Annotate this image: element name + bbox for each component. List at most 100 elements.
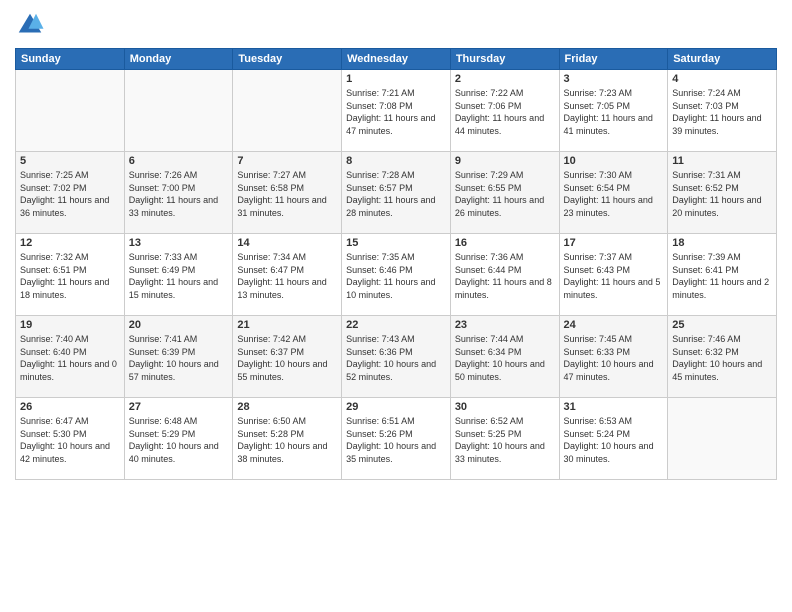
calendar-cell bbox=[668, 398, 777, 480]
week-row-1: 1Sunrise: 7:21 AM Sunset: 7:08 PM Daylig… bbox=[16, 70, 777, 152]
calendar-table: SundayMondayTuesdayWednesdayThursdayFrid… bbox=[15, 48, 777, 480]
calendar-cell: 24 Sunrise: 7:45 AM Sunset: 6:33 PM Dayli… bbox=[559, 316, 668, 398]
day-number: 7 bbox=[237, 155, 337, 167]
calendar-cell: 5 Sunrise: 7:25 AM Sunset: 7:02 PM Daylig… bbox=[16, 152, 125, 234]
day-header-sunday: Sunday bbox=[16, 49, 125, 70]
day-info: Sunrise: 7:40 AM Sunset: 6:40 PM Dayligh… bbox=[20, 333, 120, 383]
calendar-cell: 2Sunrise: 7:22 AM Sunset: 7:06 PM Daylig… bbox=[450, 70, 559, 152]
day-info: Sunrise: 7:24 AM Sunset: 7:03 PM Dayligh… bbox=[672, 87, 772, 137]
calendar-cell: 31Sunrise: 6:53 AM Sunset: 5:24 PM Dayli… bbox=[559, 398, 668, 480]
calendar-cell: 12 Sunrise: 7:32 AM Sunset: 6:51 PM Dayli… bbox=[16, 234, 125, 316]
day-header-thursday: Thursday bbox=[450, 49, 559, 70]
calendar-cell: 11 Sunrise: 7:31 AM Sunset: 6:52 PM Dayli… bbox=[668, 152, 777, 234]
day-header-tuesday: Tuesday bbox=[233, 49, 342, 70]
calendar-cell: 16Sunrise: 7:36 AM Sunset: 6:44 PM Dayli… bbox=[450, 234, 559, 316]
calendar-cell: 4 Sunrise: 7:24 AM Sunset: 7:03 PM Daylig… bbox=[668, 70, 777, 152]
day-number: 5 bbox=[20, 155, 120, 167]
week-row-2: 5 Sunrise: 7:25 AM Sunset: 7:02 PM Daylig… bbox=[16, 152, 777, 234]
day-number: 2 bbox=[455, 73, 555, 85]
day-info: Sunrise: 6:47 AM Sunset: 5:30 PM Dayligh… bbox=[20, 415, 120, 465]
day-number: 27 bbox=[129, 401, 229, 413]
day-number: 4 bbox=[672, 73, 772, 85]
day-number: 17 bbox=[564, 237, 664, 249]
calendar-cell: 22Sunrise: 7:43 AM Sunset: 6:36 PM Dayli… bbox=[342, 316, 451, 398]
day-header-wednesday: Wednesday bbox=[342, 49, 451, 70]
day-info: Sunrise: 7:21 AM Sunset: 7:08 PM Dayligh… bbox=[346, 87, 446, 137]
header bbox=[15, 10, 777, 40]
calendar-cell: 23 Sunrise: 7:44 AM Sunset: 6:34 PM Dayli… bbox=[450, 316, 559, 398]
day-info: Sunrise: 6:51 AM Sunset: 5:26 PM Dayligh… bbox=[346, 415, 446, 465]
calendar-cell: 20Sunrise: 7:41 AM Sunset: 6:39 PM Dayli… bbox=[124, 316, 233, 398]
day-info: Sunrise: 7:44 AM Sunset: 6:34 PM Dayligh… bbox=[455, 333, 555, 383]
calendar-cell: 14 Sunrise: 7:34 AM Sunset: 6:47 PM Dayli… bbox=[233, 234, 342, 316]
calendar-cell: 6Sunrise: 7:26 AM Sunset: 7:00 PM Daylig… bbox=[124, 152, 233, 234]
day-number: 26 bbox=[20, 401, 120, 413]
day-info: Sunrise: 7:41 AM Sunset: 6:39 PM Dayligh… bbox=[129, 333, 229, 383]
calendar-cell bbox=[233, 70, 342, 152]
day-info: Sunrise: 6:53 AM Sunset: 5:24 PM Dayligh… bbox=[564, 415, 664, 465]
calendar-cell: 27 Sunrise: 6:48 AM Sunset: 5:29 PM Dayli… bbox=[124, 398, 233, 480]
day-number: 11 bbox=[672, 155, 772, 167]
day-info: Sunrise: 7:43 AM Sunset: 6:36 PM Dayligh… bbox=[346, 333, 446, 383]
day-number: 12 bbox=[20, 237, 120, 249]
day-info: Sunrise: 7:28 AM Sunset: 6:57 PM Dayligh… bbox=[346, 169, 446, 219]
calendar-cell: 3Sunrise: 7:23 AM Sunset: 7:05 PM Daylig… bbox=[559, 70, 668, 152]
calendar-cell: 26 Sunrise: 6:47 AM Sunset: 5:30 PM Dayli… bbox=[16, 398, 125, 480]
calendar-cell: 30Sunrise: 6:52 AM Sunset: 5:25 PM Dayli… bbox=[450, 398, 559, 480]
day-info: Sunrise: 7:37 AM Sunset: 6:43 PM Dayligh… bbox=[564, 251, 664, 301]
day-info: Sunrise: 7:35 AM Sunset: 6:46 PM Dayligh… bbox=[346, 251, 446, 301]
day-info: Sunrise: 7:42 AM Sunset: 6:37 PM Dayligh… bbox=[237, 333, 337, 383]
calendar-cell: 18 Sunrise: 7:39 AM Sunset: 6:41 PM Dayli… bbox=[668, 234, 777, 316]
page: SundayMondayTuesdayWednesdayThursdayFrid… bbox=[0, 0, 792, 612]
day-info: Sunrise: 7:31 AM Sunset: 6:52 PM Dayligh… bbox=[672, 169, 772, 219]
day-info: Sunrise: 7:46 AM Sunset: 6:32 PM Dayligh… bbox=[672, 333, 772, 383]
day-info: Sunrise: 7:34 AM Sunset: 6:47 PM Dayligh… bbox=[237, 251, 337, 301]
day-info: Sunrise: 7:29 AM Sunset: 6:55 PM Dayligh… bbox=[455, 169, 555, 219]
day-header-saturday: Saturday bbox=[668, 49, 777, 70]
day-info: Sunrise: 7:25 AM Sunset: 7:02 PM Dayligh… bbox=[20, 169, 120, 219]
day-number: 30 bbox=[455, 401, 555, 413]
calendar-header-row: SundayMondayTuesdayWednesdayThursdayFrid… bbox=[16, 49, 777, 70]
logo bbox=[15, 10, 49, 40]
day-info: Sunrise: 7:27 AM Sunset: 6:58 PM Dayligh… bbox=[237, 169, 337, 219]
week-row-5: 26 Sunrise: 6:47 AM Sunset: 5:30 PM Dayli… bbox=[16, 398, 777, 480]
day-info: Sunrise: 7:39 AM Sunset: 6:41 PM Dayligh… bbox=[672, 251, 772, 301]
day-header-friday: Friday bbox=[559, 49, 668, 70]
calendar-cell bbox=[124, 70, 233, 152]
calendar-cell: 9 Sunrise: 7:29 AM Sunset: 6:55 PM Daylig… bbox=[450, 152, 559, 234]
day-info: Sunrise: 7:33 AM Sunset: 6:49 PM Dayligh… bbox=[129, 251, 229, 301]
calendar-cell: 15 Sunrise: 7:35 AM Sunset: 6:46 PM Dayli… bbox=[342, 234, 451, 316]
day-number: 10 bbox=[564, 155, 664, 167]
day-number: 16 bbox=[455, 237, 555, 249]
day-info: Sunrise: 7:30 AM Sunset: 6:54 PM Dayligh… bbox=[564, 169, 664, 219]
day-info: Sunrise: 7:32 AM Sunset: 6:51 PM Dayligh… bbox=[20, 251, 120, 301]
week-row-3: 12 Sunrise: 7:32 AM Sunset: 6:51 PM Dayli… bbox=[16, 234, 777, 316]
day-number: 9 bbox=[455, 155, 555, 167]
day-number: 24 bbox=[564, 319, 664, 331]
calendar-cell: 28Sunrise: 6:50 AM Sunset: 5:28 PM Dayli… bbox=[233, 398, 342, 480]
day-number: 18 bbox=[672, 237, 772, 249]
calendar-cell: 25Sunrise: 7:46 AM Sunset: 6:32 PM Dayli… bbox=[668, 316, 777, 398]
calendar-cell: 7 Sunrise: 7:27 AM Sunset: 6:58 PM Daylig… bbox=[233, 152, 342, 234]
week-row-4: 19Sunrise: 7:40 AM Sunset: 6:40 PM Dayli… bbox=[16, 316, 777, 398]
logo-icon bbox=[15, 10, 45, 40]
day-info: Sunrise: 7:45 AM Sunset: 6:33 PM Dayligh… bbox=[564, 333, 664, 383]
day-number: 14 bbox=[237, 237, 337, 249]
calendar-cell: 21 Sunrise: 7:42 AM Sunset: 6:37 PM Dayli… bbox=[233, 316, 342, 398]
day-number: 29 bbox=[346, 401, 446, 413]
day-number: 13 bbox=[129, 237, 229, 249]
day-number: 15 bbox=[346, 237, 446, 249]
calendar-cell: 19Sunrise: 7:40 AM Sunset: 6:40 PM Dayli… bbox=[16, 316, 125, 398]
day-number: 21 bbox=[237, 319, 337, 331]
calendar-cell: 29 Sunrise: 6:51 AM Sunset: 5:26 PM Dayli… bbox=[342, 398, 451, 480]
calendar-cell: 8Sunrise: 7:28 AM Sunset: 6:57 PM Daylig… bbox=[342, 152, 451, 234]
day-header-monday: Monday bbox=[124, 49, 233, 70]
day-info: Sunrise: 6:50 AM Sunset: 5:28 PM Dayligh… bbox=[237, 415, 337, 465]
calendar-cell: 17 Sunrise: 7:37 AM Sunset: 6:43 PM Dayli… bbox=[559, 234, 668, 316]
calendar-cell bbox=[16, 70, 125, 152]
day-info: Sunrise: 7:23 AM Sunset: 7:05 PM Dayligh… bbox=[564, 87, 664, 137]
day-number: 23 bbox=[455, 319, 555, 331]
calendar-cell: 10 Sunrise: 7:30 AM Sunset: 6:54 PM Dayli… bbox=[559, 152, 668, 234]
day-info: Sunrise: 7:26 AM Sunset: 7:00 PM Dayligh… bbox=[129, 169, 229, 219]
day-info: Sunrise: 6:48 AM Sunset: 5:29 PM Dayligh… bbox=[129, 415, 229, 465]
